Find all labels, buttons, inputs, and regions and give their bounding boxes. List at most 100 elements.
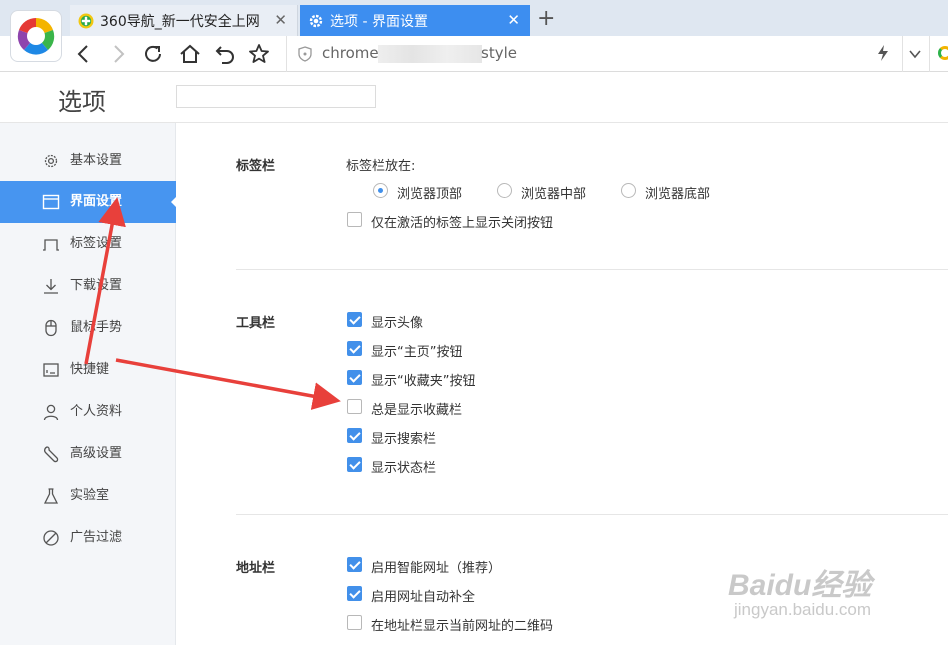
checkbox-label: 启用智能网址（推荐） — [371, 561, 502, 576]
shield-icon — [298, 46, 312, 62]
address-suffix: style — [481, 44, 517, 62]
checkbox-label: 显示“收藏夹”按钮 — [371, 374, 476, 389]
checkbox-show-search-bar[interactable] — [347, 428, 362, 443]
checkbox-label: 仅在激活的标签上显示关闭按钮 — [371, 216, 554, 231]
search-input[interactable] — [176, 85, 376, 108]
chevron-down-icon[interactable] — [907, 46, 923, 62]
sidebar-item-label: 快捷键 — [70, 362, 110, 377]
tab-title: 360导航_新一代安全上网 — [100, 13, 260, 30]
wrench-icon — [44, 446, 59, 463]
toolbar-divider — [286, 36, 287, 72]
checkbox-show-status-bar[interactable] — [347, 457, 362, 472]
options-header: 选项 — [0, 72, 948, 123]
sidebar-item-label: 高级设置 — [70, 446, 123, 461]
sidebar-item-label: 广告过滤 — [70, 530, 123, 545]
section-divider — [236, 269, 948, 270]
home-button[interactable] — [178, 42, 202, 66]
extension-icon[interactable] — [938, 46, 948, 60]
sidebar-item-interface[interactable]: 界面设置 — [0, 181, 177, 223]
sidebar-item-profile[interactable]: 个人资料 — [0, 391, 176, 433]
section-title-toolbar: 工具栏 — [236, 316, 276, 331]
toolbar-divider — [929, 36, 930, 72]
section-title-addressbar: 地址栏 — [236, 561, 276, 576]
sidebar-item-shortcut[interactable]: 快捷键 — [0, 349, 176, 391]
sidebar-item-tabs[interactable]: 标签设置 — [0, 223, 176, 265]
browser-logo[interactable] — [10, 10, 62, 62]
lightning-icon[interactable] — [876, 44, 890, 62]
tab-360-nav[interactable]: 360导航_新一代安全上网 ✕ — [70, 5, 298, 36]
sidebar-item-mouse[interactable]: 鼠标手势 — [0, 307, 176, 349]
new-tab-button[interactable]: + — [537, 6, 555, 32]
star-icon — [249, 44, 269, 63]
toolbar-divider — [902, 36, 903, 72]
forward-button[interactable] — [106, 42, 130, 66]
watermark-brand: Baidu经验 — [728, 569, 872, 602]
tab-icon — [43, 239, 59, 251]
favorite-button[interactable] — [247, 42, 271, 66]
reload-icon — [145, 45, 161, 62]
watermark-url: jingyan.baidu.com — [734, 600, 872, 619]
user-icon — [43, 404, 59, 421]
sidebar-item-lab[interactable]: 实验室 — [0, 475, 176, 517]
radio-label: 浏览器底部 — [645, 187, 711, 202]
radio-tabbar-top[interactable] — [373, 183, 388, 198]
sidebar: 基本设置 界面设置 标签设置 下载设置 鼠标手势 快捷键 个人资料 高级设置 实… — [0, 123, 177, 645]
checkbox-label: 显示搜索栏 — [371, 432, 437, 447]
sidebar-item-label: 界面设置 — [70, 194, 123, 209]
sidebar-item-basic[interactable]: 基本设置 — [0, 140, 176, 182]
sidebar-item-label: 标签设置 — [70, 236, 123, 251]
gear-icon — [309, 14, 323, 27]
tab-options[interactable]: 选项 - 界面设置 ✕ — [300, 5, 530, 36]
undo-icon — [215, 46, 234, 64]
sidebar-item-adblock[interactable]: 广告过滤 — [0, 517, 176, 559]
tab-title: 选项 - 界面设置 — [330, 13, 428, 30]
section-title-tabbar: 标签栏 — [236, 159, 276, 174]
checkbox-close-btn-active-only[interactable] — [347, 212, 362, 227]
radio-label: 浏览器中部 — [521, 187, 587, 202]
checkbox-show-home[interactable] — [347, 341, 362, 356]
close-icon[interactable]: ✕ — [274, 11, 287, 29]
checkbox-label: 显示头像 — [371, 316, 424, 331]
checkbox-url-autocomplete[interactable] — [347, 586, 362, 601]
tabbar-position-label: 标签栏放在: — [346, 159, 416, 174]
page-title: 选项 — [58, 88, 106, 116]
close-icon[interactable]: ✕ — [507, 11, 520, 29]
section-divider — [236, 514, 948, 515]
undo-close-button[interactable] — [213, 42, 237, 66]
browser-toolbar: chrome style — [0, 36, 948, 72]
sidebar-item-label: 鼠标手势 — [70, 320, 123, 335]
block-icon — [43, 530, 59, 546]
checkbox-show-favorites-btn[interactable] — [347, 370, 362, 385]
gear-icon — [44, 154, 58, 168]
radio-tabbar-middle[interactable] — [497, 183, 512, 198]
checkbox-show-qrcode[interactable] — [347, 615, 362, 630]
sidebar-item-label: 基本设置 — [70, 153, 123, 168]
back-button[interactable] — [72, 42, 96, 66]
window-icon — [42, 194, 60, 210]
checkbox-label: 显示“主页”按钮 — [371, 345, 463, 360]
sidebar-item-label: 实验室 — [70, 488, 110, 503]
address-redaction — [378, 45, 482, 63]
checkbox-show-avatar[interactable] — [347, 312, 362, 327]
checkbox-always-show-bookmarks-bar[interactable] — [347, 399, 362, 414]
forward-arrow-icon — [114, 45, 125, 63]
home-icon — [180, 44, 200, 63]
mouse-icon — [45, 319, 57, 337]
checkbox-label: 在地址栏显示当前网址的二维码 — [371, 619, 554, 634]
360-logo-icon — [78, 13, 94, 28]
checkbox-label: 总是显示收藏栏 — [371, 403, 463, 418]
reload-button[interactable] — [141, 42, 165, 66]
checkbox-label: 启用网址自动补全 — [371, 590, 476, 605]
back-arrow-icon — [77, 45, 88, 63]
sidebar-item-download[interactable]: 下载设置 — [0, 265, 176, 307]
browser-logo-icon — [17, 17, 55, 55]
sidebar-item-label: 下载设置 — [70, 278, 123, 293]
radio-label: 浏览器顶部 — [397, 187, 463, 202]
sidebar-item-advanced[interactable]: 高级设置 — [0, 433, 176, 475]
keyboard-icon — [43, 363, 59, 377]
checkbox-label: 显示状态栏 — [371, 461, 437, 476]
address-input[interactable]: chrome — [322, 44, 379, 62]
download-icon — [44, 279, 58, 294]
checkbox-smart-url[interactable] — [347, 557, 362, 572]
radio-tabbar-bottom[interactable] — [621, 183, 636, 198]
